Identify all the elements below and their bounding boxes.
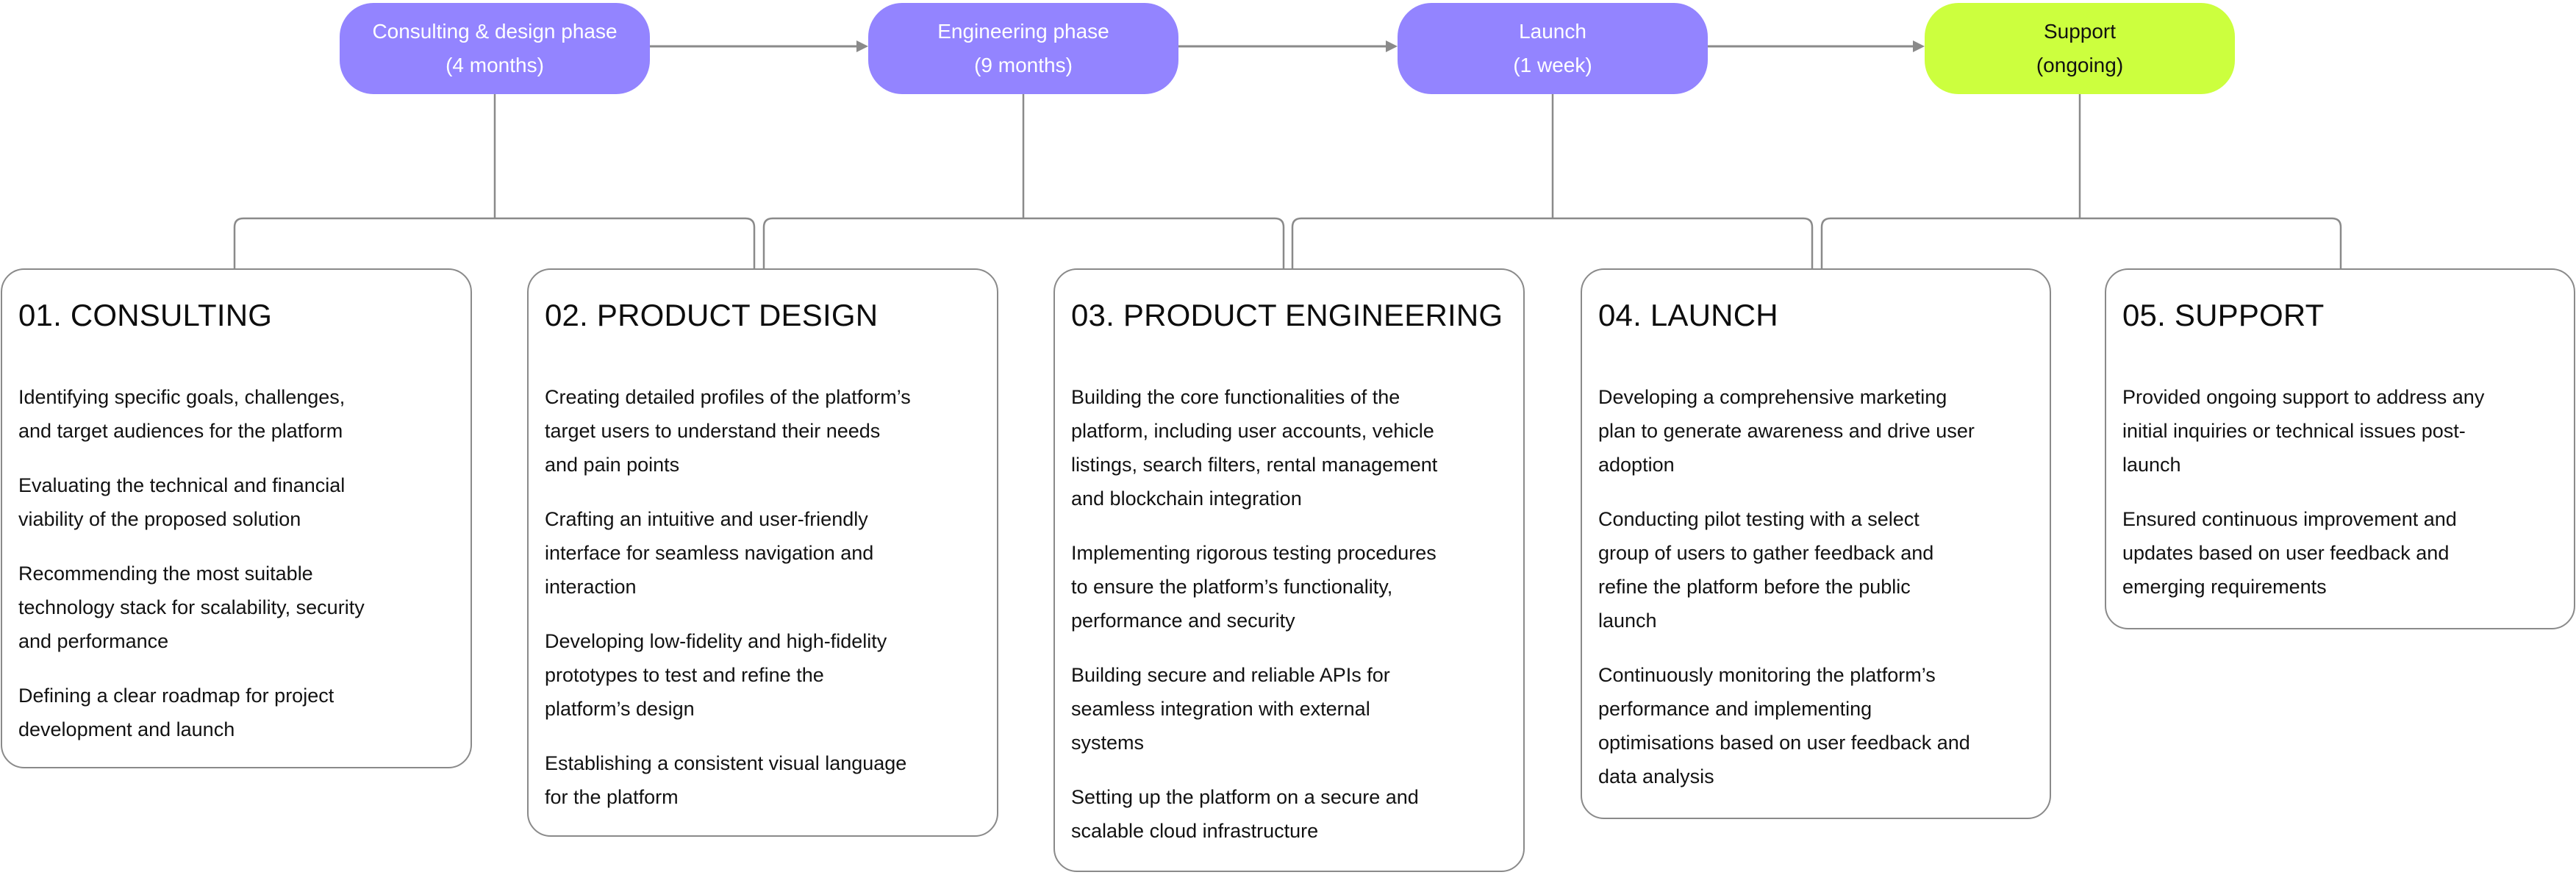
stage-item: Developing a comprehensive marketing pla… [1598,386,1975,476]
stage-card-launch: 04. LAUNCH Developing a comprehensive ma… [1581,268,2051,819]
stage-item: Developing low-fidelity and high-fidelit… [545,630,887,720]
phase-consulting-design: Consulting & design phase (4 months) [340,3,650,94]
stage-item: Creating detailed profiles of the platfo… [545,386,911,476]
phase-duration: (1 week) [1513,54,1592,76]
stage-item-list: Creating detailed profiles of the platfo… [545,380,981,814]
stage-card-product-engineering: 03. PRODUCT ENGINEERING Building the cor… [1053,268,1525,872]
stage-item-list: Provided ongoing support to address any … [2122,380,2558,604]
stage-item: Setting up the platform on a secure and … [1071,786,1419,842]
phase-name: Consulting & design phase [372,20,618,43]
stage-item: Identifying specific goals, challenges, … [18,386,346,442]
stage-card-support: 05. SUPPORT Provided ongoing support to … [2105,268,2575,629]
arrow-head-icon [1386,40,1398,52]
stage-item: Crafting an intuitive and user-friendly … [545,508,874,598]
stage-bracket-connector [233,217,756,268]
stage-bracket-connector [1291,217,1814,268]
stage-item: Conducting pilot testing with a select g… [1598,508,1934,632]
stage-bracket-connector [762,217,1285,268]
stage-item: Establishing a consistent visual languag… [545,752,907,808]
stage-bracket-connector [1820,217,2342,268]
phase-duration: (4 months) [446,54,544,76]
phase-duration: (9 months) [974,54,1073,76]
stage-item-list: Building the core functionalities of the… [1071,380,1507,848]
stage-item-list: Identifying specific goals, challenges, … [18,380,454,746]
stage-item: Provided ongoing support to address any … [2122,386,2485,476]
stage-item: Continuously monitoring the platform’s p… [1598,664,1970,788]
stage-item: Evaluating the technical and financial v… [18,474,346,530]
phase-engineering: Engineering phase (9 months) [868,3,1178,94]
phase-name: Launch [1519,20,1586,43]
arrow-head-icon [1913,40,1925,52]
stage-item: Building secure and reliable APIs for se… [1071,664,1390,754]
stage-title: 03. PRODUCT ENGINEERING [1071,298,1503,332]
stage-item: Building the core functionalities of the… [1071,386,1438,510]
stage-item: Implementing rigorous testing procedures… [1071,542,1437,632]
phase-name: Support [2043,20,2117,43]
phase-duration: (ongoing) [2036,54,2124,76]
phase-support: Support (ongoing) [1925,3,2235,94]
phase-name: Engineering phase [937,20,1109,43]
stage-title: 04. LAUNCH [1598,298,1778,332]
phase-launch: Launch (1 week) [1398,3,1708,94]
stage-item: Ensured continuous improvement and updat… [2122,508,2457,598]
arrow-head-icon [856,40,868,52]
stage-card-product-design: 02. PRODUCT DESIGN Creating detailed pro… [527,268,998,837]
stage-title: 02. PRODUCT DESIGN [545,298,879,332]
stage-card-consulting: 01. CONSULTING Identifying specific goal… [1,268,472,768]
stage-item: Recommending the most suitable technolog… [18,562,365,652]
stage-title: 01. CONSULTING [18,298,273,332]
stage-item: Defining a clear roadmap for project dev… [18,685,334,740]
stage-item-list: Developing a comprehensive marketing pla… [1598,380,2033,793]
stage-title: 05. SUPPORT [2122,298,2325,332]
